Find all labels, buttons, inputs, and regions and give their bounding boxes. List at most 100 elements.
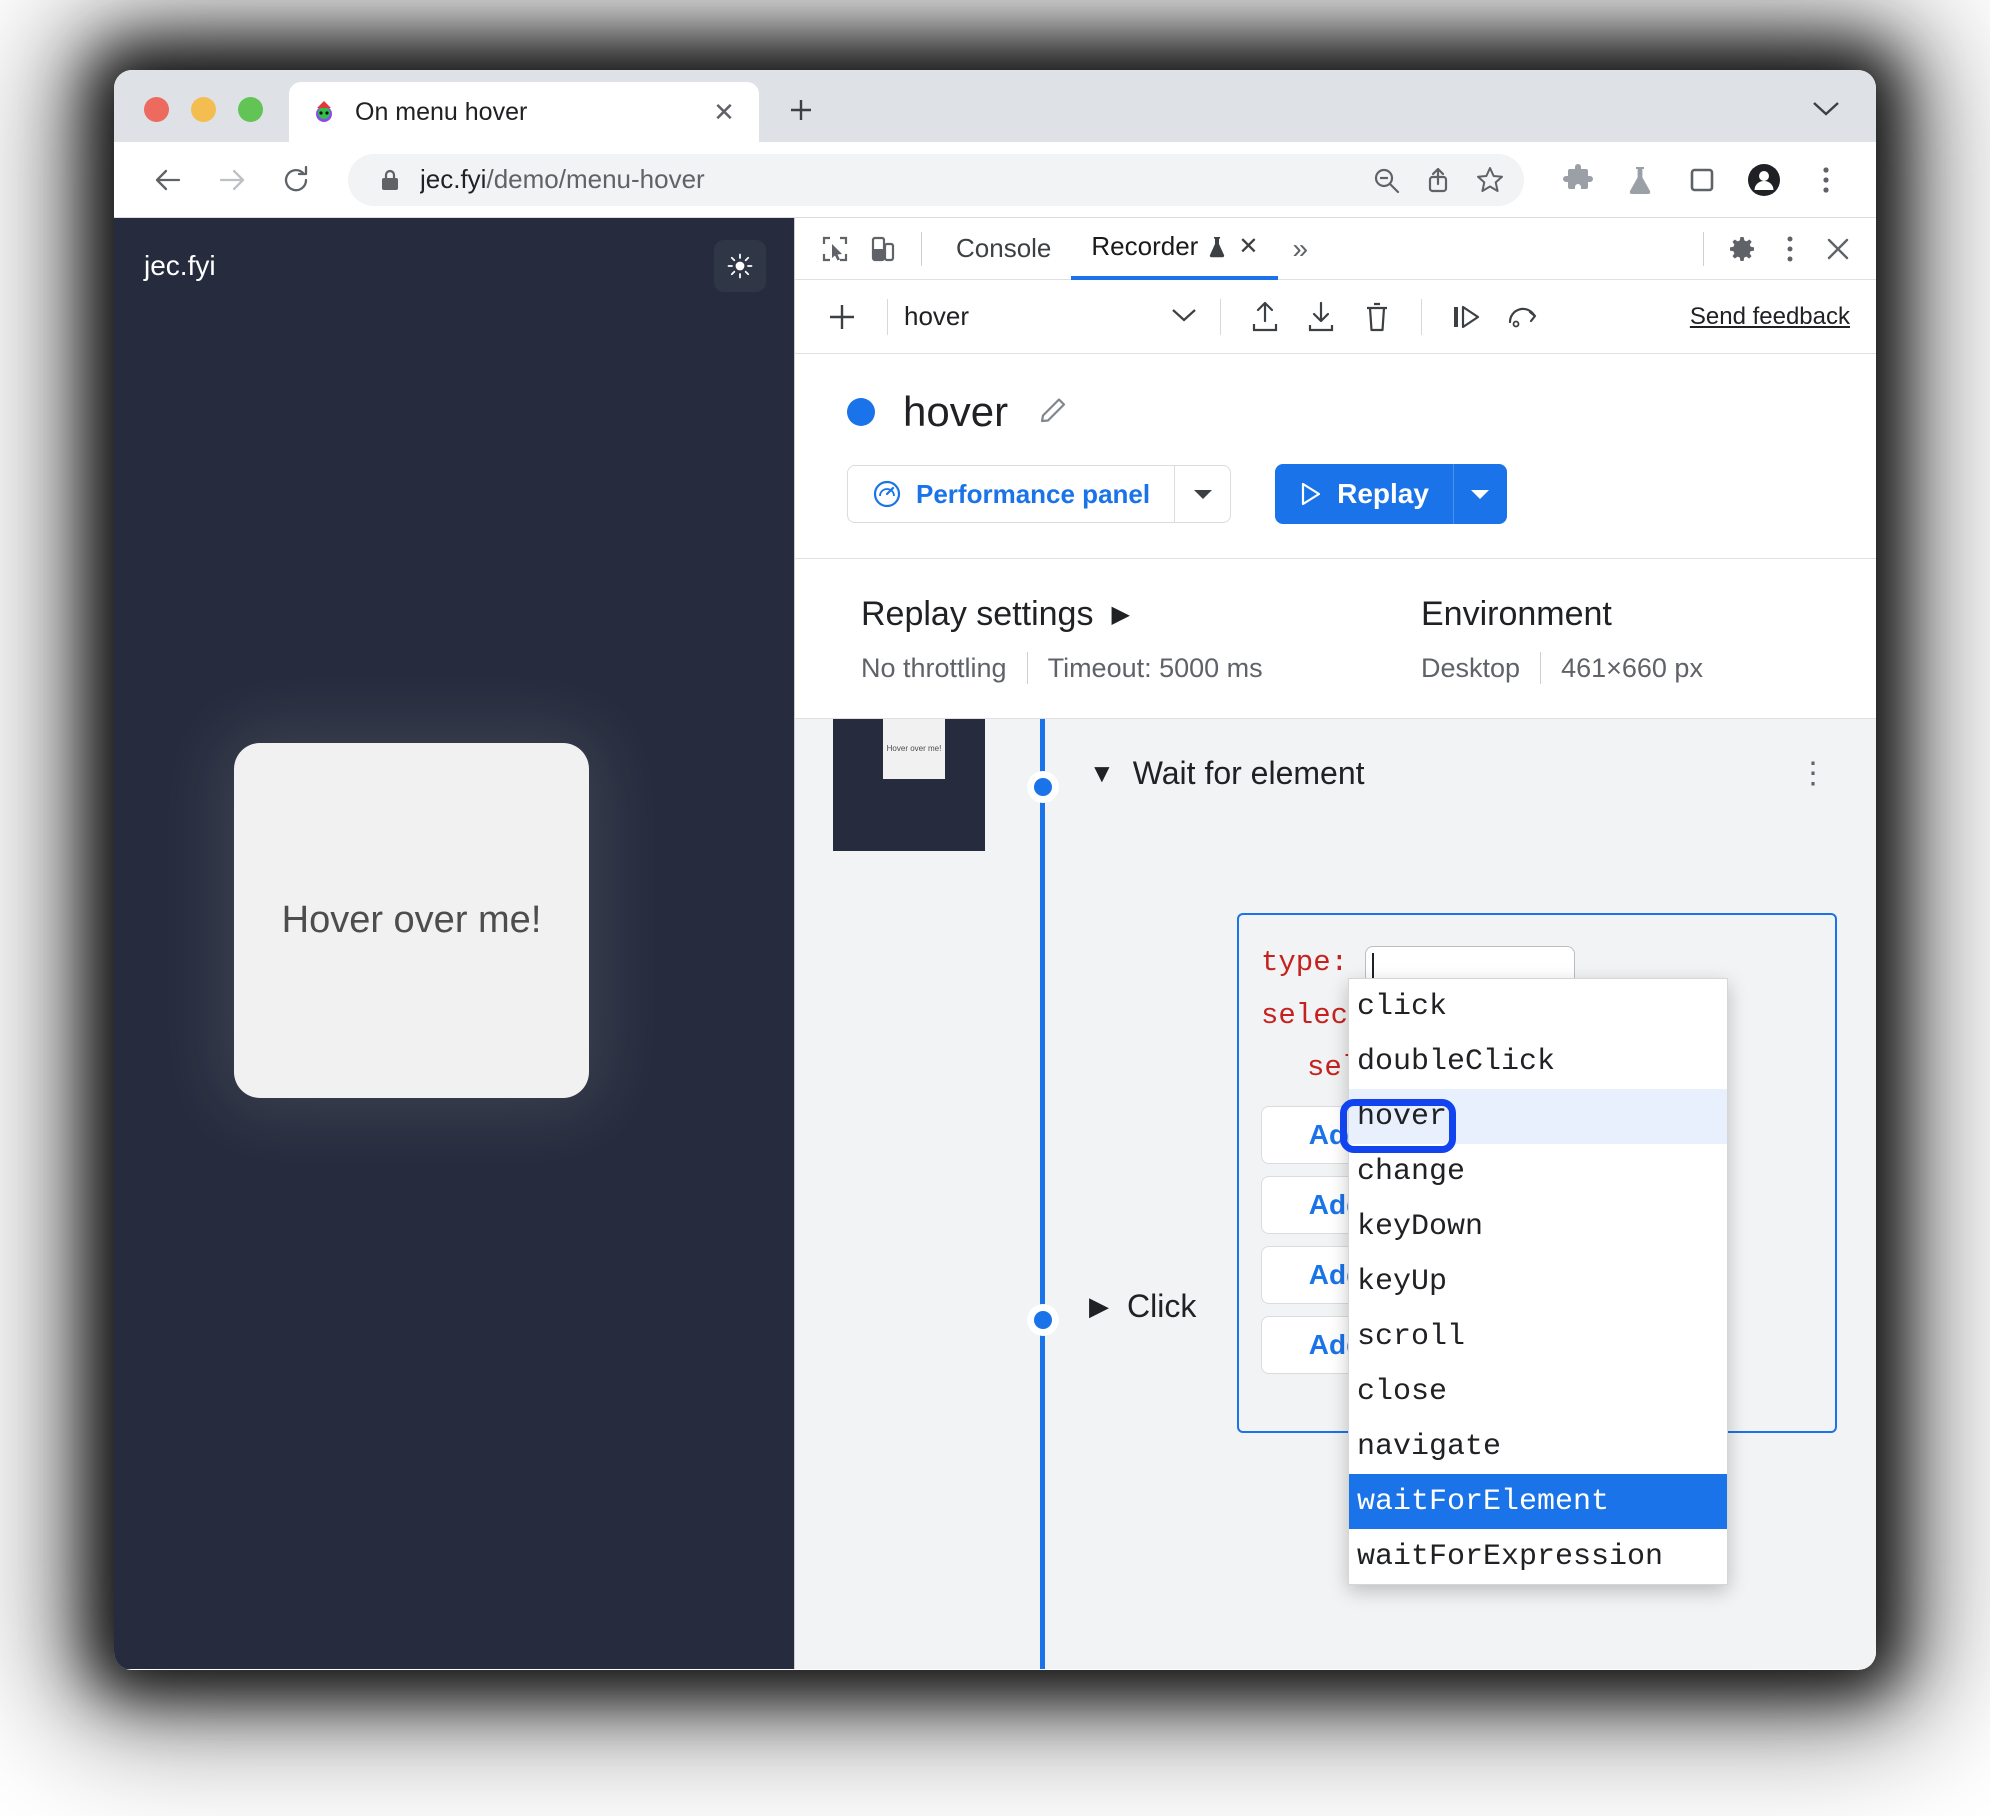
step-expand-caret[interactable]: ▼ <box>1089 758 1115 789</box>
more-tabs-icon[interactable]: » <box>1278 218 1322 280</box>
type-autocomplete-dropdown[interactable]: click doubleClick hover change keyDown k… <box>1348 978 1728 1585</box>
tabbar-divider <box>921 231 922 266</box>
recording-status-dot <box>847 398 875 426</box>
toolbar-divider-1 <box>887 298 888 335</box>
performance-panel-button[interactable]: Performance panel <box>847 465 1176 523</box>
hover-target-card[interactable]: Hover over me! <box>234 743 589 1098</box>
side-panel-icon[interactable] <box>1676 154 1728 206</box>
recorder-settings: Replay settings ▶ No throttling Timeout:… <box>795 559 1876 719</box>
step-row-wait-for-element[interactable]: ▼ Wait for element ⋮ <box>1065 755 1876 792</box>
tab-recorder-close-icon[interactable]: ✕ <box>1238 232 1258 261</box>
thumbnail-hover-card: Hover over me! <box>883 719 945 779</box>
environment-values: Desktop 461×660 px <box>1421 652 1876 684</box>
devtools-tabbar: Console Recorder ✕ » <box>795 218 1876 280</box>
autocomplete-option-hover[interactable]: hover <box>1349 1089 1727 1144</box>
autocomplete-option-keyup[interactable]: keyUp <box>1349 1254 1727 1309</box>
minimize-window-button[interactable] <box>191 97 216 122</box>
recording-actions: Performance panel Replay <box>847 464 1876 524</box>
timeout-value: Timeout: 5000 ms <box>1047 652 1263 683</box>
performance-panel-label: Performance panel <box>916 478 1151 509</box>
step-over-icon[interactable] <box>1438 289 1494 345</box>
tab-recorder[interactable]: Recorder ✕ <box>1071 218 1279 280</box>
tab-console-label: Console <box>956 233 1052 263</box>
code-key-type: type: <box>1261 946 1349 979</box>
reload-button[interactable] <box>268 152 324 208</box>
send-feedback-link[interactable]: Send feedback <box>1690 303 1850 331</box>
import-icon[interactable] <box>1293 289 1349 345</box>
tabbar-divider-right <box>1703 231 1704 266</box>
pencil-icon[interactable] <box>1036 395 1070 429</box>
chevron-down-icon <box>1170 303 1204 331</box>
replay-settings-col: Replay settings ▶ No throttling Timeout:… <box>861 595 1421 684</box>
replay-button-label: Replay <box>1337 478 1429 509</box>
profile-avatar-icon[interactable] <box>1738 154 1790 206</box>
toolbar-divider-3 <box>1421 298 1422 335</box>
value-divider-2 <box>1540 652 1542 684</box>
replay-button[interactable]: Replay <box>1275 464 1453 524</box>
step-kebab-icon[interactable]: ⋮ <box>1798 758 1828 788</box>
autocomplete-option-scroll[interactable]: scroll <box>1349 1309 1727 1364</box>
back-button[interactable] <box>140 152 196 208</box>
replay-settings-toggle[interactable]: Replay settings ▶ <box>861 595 1421 634</box>
close-window-button[interactable] <box>144 97 169 122</box>
browser-toolbar: jec.fyi/demo/menu-hover <box>114 142 1876 218</box>
party-face-favicon <box>311 99 337 125</box>
play-icon <box>1297 481 1323 507</box>
step-collapse-caret[interactable]: ▶ <box>1089 1291 1109 1322</box>
performance-panel-caret[interactable] <box>1175 465 1232 523</box>
trash-icon[interactable] <box>1349 289 1405 345</box>
zoom-out-icon[interactable] <box>1360 154 1412 206</box>
extensions-puzzle-icon[interactable] <box>1552 154 1604 206</box>
chevron-right-icon: ▶ <box>1111 601 1130 628</box>
step-label-click: Click <box>1127 1288 1197 1324</box>
replay-options-caret[interactable] <box>1452 464 1507 524</box>
browser-tab[interactable]: On menu hover ✕ <box>289 82 759 142</box>
share-icon[interactable] <box>1412 154 1464 206</box>
sun-icon[interactable] <box>714 240 766 292</box>
step-screenshot-thumbnail: Hover over me! <box>833 719 985 851</box>
export-icon[interactable] <box>1237 289 1293 345</box>
autocomplete-option-change[interactable]: change <box>1349 1144 1727 1199</box>
tab-search-chevron-down-icon[interactable] <box>1798 82 1854 134</box>
close-icon[interactable] <box>1814 225 1862 273</box>
chrome-menu-icon[interactable] <box>1800 154 1852 206</box>
autocomplete-option-waitforelement[interactable]: waitForElement <box>1349 1474 1727 1529</box>
autocomplete-option-waitforexpression[interactable]: waitForExpression <box>1349 1529 1727 1584</box>
step-node-1 <box>1027 771 1059 803</box>
device-toolbar-icon[interactable] <box>859 225 907 273</box>
autocomplete-option-click[interactable]: click <box>1349 979 1727 1034</box>
add-recording-button[interactable] <box>813 288 871 346</box>
tab-console[interactable]: Console <box>936 218 1071 280</box>
toolbar-divider-2 <box>1220 298 1221 335</box>
recording-title: hover <box>903 388 1009 435</box>
experiments-flask-icon[interactable] <box>1614 154 1666 206</box>
bookmark-star-icon[interactable] <box>1464 154 1516 206</box>
tab-strip: On menu hover ✕ <box>114 70 1876 142</box>
autocomplete-option-doubleclick[interactable]: doubleClick <box>1349 1034 1727 1089</box>
maximize-window-button[interactable] <box>238 97 263 122</box>
steps-timeline <box>1040 719 1045 1669</box>
url-host: jec.fyi <box>420 164 487 194</box>
tab-title: On menu hover <box>355 97 528 126</box>
throttling-value: No throttling <box>861 652 1007 683</box>
page-viewport: jec.fyi Hover over me! <box>114 218 794 1669</box>
recording-select[interactable]: hover <box>904 301 1204 332</box>
autocomplete-option-close[interactable]: close <box>1349 1364 1727 1419</box>
kebab-icon[interactable] <box>1766 225 1814 273</box>
environment-title: Environment <box>1421 595 1876 634</box>
autocomplete-option-keydown[interactable]: keyDown <box>1349 1199 1727 1254</box>
gear-icon[interactable] <box>1718 225 1766 273</box>
autocomplete-option-navigate[interactable]: navigate <box>1349 1419 1727 1474</box>
tab-close-icon[interactable]: ✕ <box>709 97 739 127</box>
replay-slow-icon[interactable] <box>1494 289 1550 345</box>
page-brand: jec.fyi <box>144 250 216 281</box>
new-tab-button[interactable] <box>775 84 827 136</box>
step-label-wait-for-element: Wait for element <box>1132 755 1365 791</box>
inspect-element-icon[interactable] <box>811 225 859 273</box>
address-bar[interactable]: jec.fyi/demo/menu-hover <box>348 153 1524 206</box>
recording-select-value: hover <box>904 301 970 331</box>
step-node-2 <box>1027 1304 1059 1336</box>
value-divider <box>1026 652 1028 684</box>
performance-icon <box>872 479 902 509</box>
forward-button[interactable] <box>204 152 260 208</box>
